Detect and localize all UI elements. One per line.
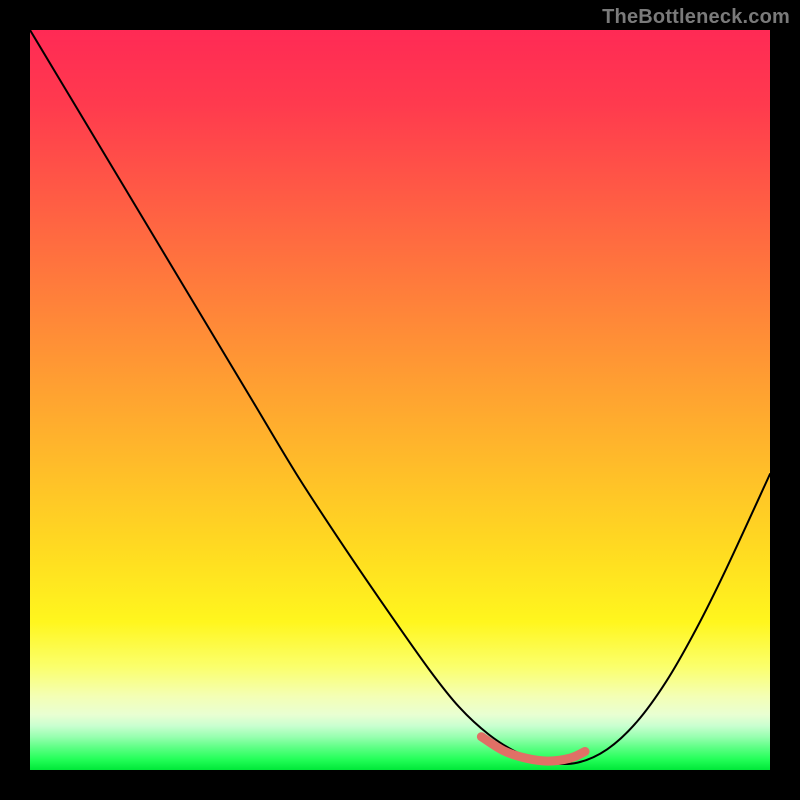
bottleneck-curve-chart [30,30,770,770]
watermark-text: TheBottleneck.com [602,6,790,29]
bottleneck-curve [30,30,770,764]
chart-container: TheBottleneck.com [0,0,800,800]
plot-area [30,30,770,770]
